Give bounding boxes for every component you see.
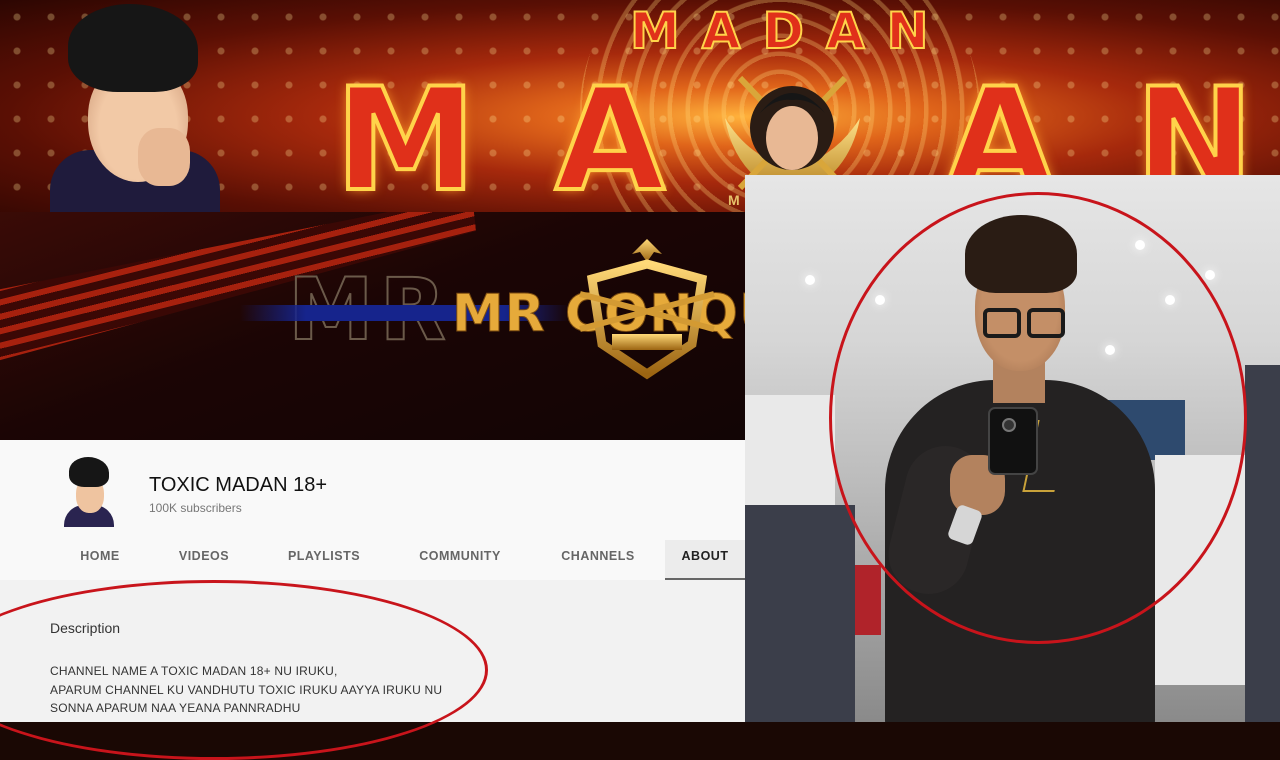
store-shelf [1245,365,1280,722]
ceiling-light [805,275,815,285]
store-shelf [745,505,855,722]
annotation-red-ellipse [0,580,488,760]
banner-small-title: MADAN [629,1,951,61]
person-photo [745,175,1280,722]
tab-channels[interactable]: CHANNELS [550,540,646,578]
gold-crest-icon [579,239,715,380]
tab-community[interactable]: COMMUNITY [410,540,510,578]
youtube-channel-header: TOXIC MADAN 18+ 100K subscribers HOME VI… [0,440,745,580]
tab-about[interactable]: ABOUT [665,540,745,580]
about-section: Description CHANNEL NAME A TOXIC MADAN 1… [0,580,745,760]
banner-letter-a1: A [553,58,667,213]
tab-playlists[interactable]: PLAYLISTS [278,540,370,578]
store-sign [855,565,881,635]
annotation-red-circle [829,192,1247,644]
banner-letter-m: M [333,58,478,213]
subscriber-count: 100K subscribers [149,501,242,515]
banner-corner-text: M [728,192,740,208]
tab-home[interactable]: HOME [70,540,130,578]
channel-banner: MR MR CONQUE [0,212,745,440]
avatar-hair [69,457,109,487]
ceiling-light [1205,270,1215,280]
cartoon-avatar [40,0,230,212]
store-shelf [745,395,835,505]
channel-name: TOXIC MADAN 18+ [149,474,328,496]
cartoon-hand [138,128,190,186]
tab-videos[interactable]: VIDEOS [170,540,238,578]
cartoon-hair [68,4,198,92]
channel-avatar[interactable] [60,455,118,527]
